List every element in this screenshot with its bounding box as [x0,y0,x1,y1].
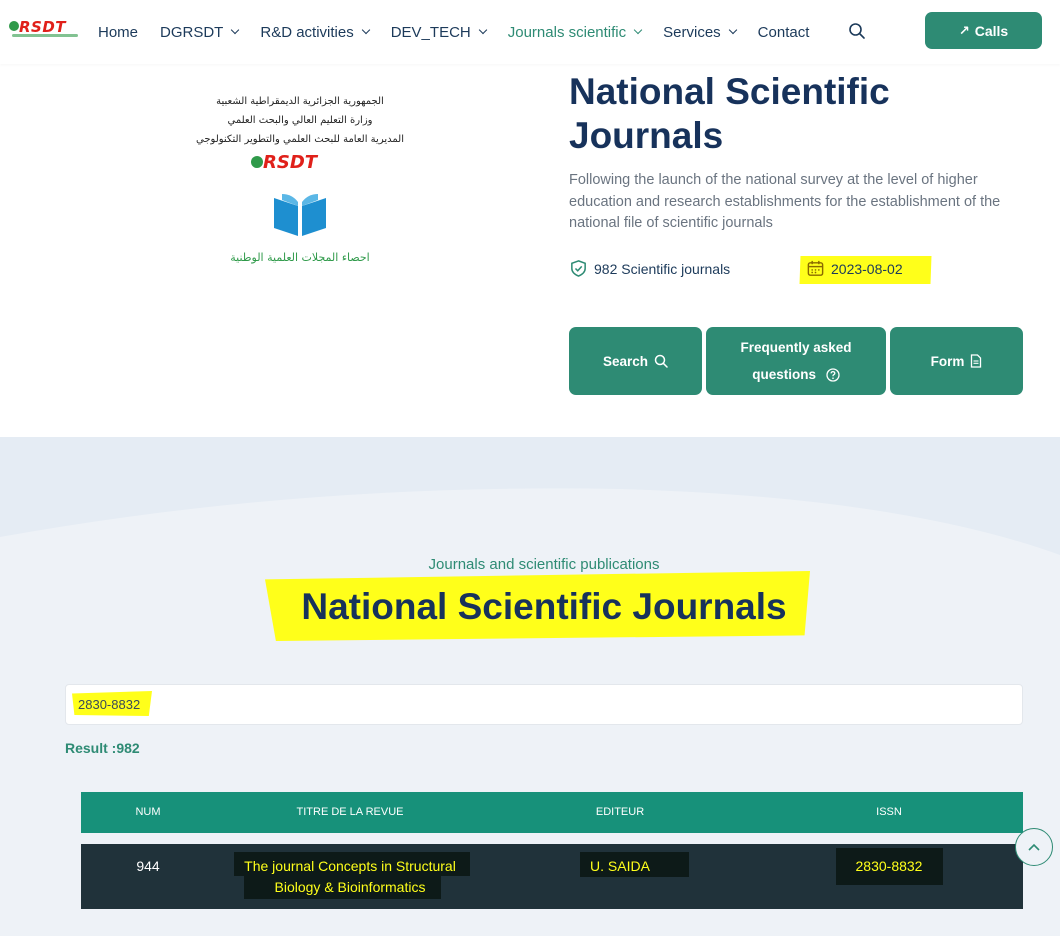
hero-title: National Scientific Journals [569,71,890,156]
chevron-down-icon [633,25,643,35]
top-navbar: RSDT Home DGRSDT R&D activities DEV_TECH… [0,0,1060,64]
result-count: Result :982 [65,740,140,756]
header-editor: EDITEUR [595,806,645,818]
arabic-caption: احصاء المجلات العلمية الوطنية [230,251,370,264]
faq-button[interactable]: Frequently asked questions [706,327,886,395]
logo-globe [9,21,19,31]
journals-section: Journals and scientific publications Nat… [0,437,1060,936]
search-icon[interactable] [848,22,866,40]
chevron-down-icon [361,25,370,35]
document-icon [971,354,982,368]
arabic-republic-line: الجمهورية الجزائرية الديمقراطية الشعبية [216,96,384,107]
table-header: NUM TITRE DE LA REVUE EDITEUR ISSN [81,792,1023,833]
logo-tagline [12,34,78,37]
scroll-to-top-button[interactable] [1015,828,1053,866]
search-icon [654,354,668,368]
cell-num: 944 [136,858,160,874]
open-book-icon [274,194,326,236]
form-button[interactable]: Form [890,327,1023,395]
search-button[interactable]: Search [569,327,702,395]
header-num: NUM [135,806,161,818]
nav-item-dgrsdt[interactable]: DGRSDT [160,24,240,41]
shield-check-icon [571,260,586,277]
nav-item-contact[interactable]: Contact [758,24,810,41]
calls-button[interactable]: ↗ Calls [925,12,1042,49]
publish-date-stat: 2023-08-02 [806,259,903,278]
cell-issn: 2830-8832 [855,858,923,874]
table-row[interactable]: 944 The journal Concepts in Structural B… [81,844,1023,909]
chevron-down-icon [231,25,240,35]
header-title: TITRE DE LA REVUE [296,806,404,818]
search-input-value: 2830-8832 [78,697,141,712]
arabic-directorate-line: المديرية العامة للبحث العلمي والتطوير ال… [196,134,404,145]
nav-item-dev-tech[interactable]: DEV_TECH [391,24,487,41]
journals-count-stat: 982 Scientific journals [569,259,730,278]
section-title: National Scientific Journals [301,586,787,627]
calendar-icon [807,260,824,276]
cell-editor: U. SAIDA [590,858,650,874]
ministry-banner: الجمهورية الجزائرية الديمقراطية الشعبية … [180,92,420,282]
cell-title-line2: Biology & Bioinformatics [274,879,426,895]
arrow-up-right-icon: ↗ [958,22,970,38]
header-issn: ISSN [876,806,902,818]
arabic-ministry-line: وزارة التعليم العالي والبحث العلمي [227,115,373,126]
hero-description: Following the launch of the national sur… [569,172,1001,231]
nav-item-journals-scientific[interactable]: Journals scientific [508,24,643,41]
site-logo[interactable]: RSDT [7,18,79,42]
chevron-down-icon [728,25,737,35]
chevron-down-icon [478,25,487,35]
rsdt-banner-logo: RSDT [245,152,355,180]
nav-item-rd-activities[interactable]: R&D activities [260,24,370,41]
issn-search-input[interactable]: 2830-8832 [65,684,1023,725]
chevron-up-icon [1028,843,1040,851]
question-circle-icon [826,368,840,383]
section-subtitle: Journals and scientific publications [428,556,660,573]
nav-menu: Home DGRSDT R&D activities DEV_TECH Jour… [98,0,831,64]
wave-divider [0,437,1060,555]
cell-title-line1: The journal Concepts in Structural [244,858,456,874]
nav-item-services[interactable]: Services [663,24,737,41]
nav-item-home[interactable]: Home [98,24,138,41]
